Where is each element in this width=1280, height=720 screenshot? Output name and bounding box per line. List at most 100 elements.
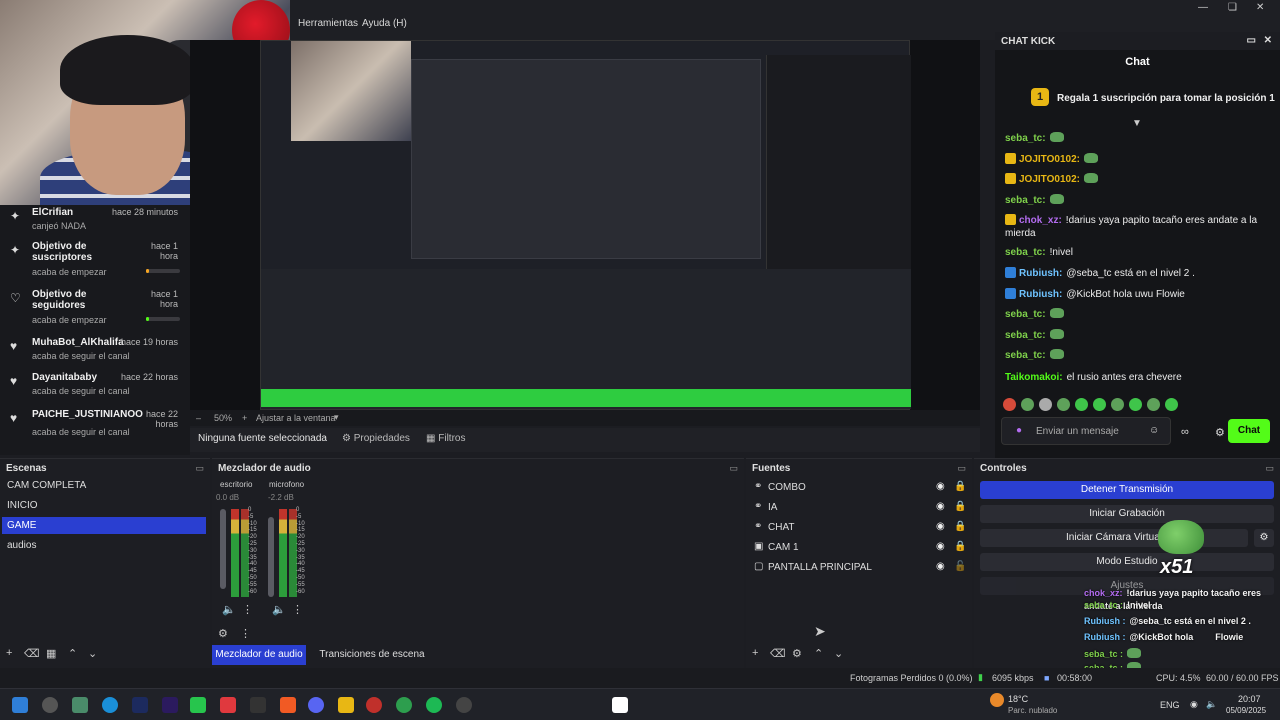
menu-ayuda[interactable]: Ayuda (H): [362, 18, 407, 29]
chat-username[interactable]: seba_tc:: [1005, 309, 1046, 320]
menu-herramientas[interactable]: Herramientas: [298, 18, 358, 29]
up-icon[interactable]: ⌃: [814, 647, 823, 660]
chat-send-button[interactable]: Chat: [1228, 419, 1270, 443]
lock-icon[interactable]: 🔒: [954, 541, 966, 552]
speaker-icon[interactable]: 🔈: [272, 603, 286, 616]
chat-message[interactable]: Rubiush: @seba_tc está en el nivel 2 .: [1005, 267, 1270, 280]
emote-icon[interactable]: [1111, 398, 1124, 411]
chat-message[interactable]: seba_tc:: [1005, 132, 1270, 145]
chat-message[interactable]: seba_tc:: [1005, 194, 1270, 207]
app-icon[interactable]: [612, 697, 628, 713]
zoom-plus-icon[interactable]: +: [242, 413, 247, 423]
eye-icon[interactable]: ◉: [936, 541, 945, 552]
photoshop-icon[interactable]: [132, 697, 148, 713]
emote-icon[interactable]: [1147, 398, 1160, 411]
start-virtual-camera-button[interactable]: Iniciar Cámara Virtual: [980, 529, 1248, 547]
folder-icon[interactable]: [338, 697, 354, 713]
filter-icon[interactable]: ▦: [46, 647, 56, 660]
eye-icon[interactable]: ◉: [936, 521, 945, 532]
chat-message[interactable]: Rubiush: @KickBot hola uwu Flowie: [1005, 288, 1270, 301]
emote-icon[interactable]: [1021, 398, 1034, 411]
app-icon[interactable]: [220, 697, 236, 713]
chat-username[interactable]: seba_tc:: [1005, 133, 1046, 144]
trash-icon[interactable]: ⌫: [770, 647, 786, 660]
smile-icon[interactable]: ☺: [1149, 425, 1159, 436]
pinned-gift-message[interactable]: Regala 1 suscripción para tomar la posic…: [1057, 93, 1275, 104]
more-icon[interactable]: ⋮: [240, 627, 251, 640]
float-icon[interactable]: ▭: [729, 463, 738, 474]
clock-time[interactable]: 20:07: [1238, 694, 1261, 704]
chat-username[interactable]: seba_tc:: [1005, 350, 1046, 361]
filters-button[interactable]: ▦ Filtros: [426, 433, 465, 444]
maximize-icon[interactable]: ❏: [1228, 2, 1237, 13]
emote-icon[interactable]: [1039, 398, 1052, 411]
opera-icon[interactable]: [366, 697, 382, 713]
chevron-down-icon[interactable]: ⌄: [88, 647, 97, 660]
emote-icon[interactable]: [1129, 398, 1142, 411]
chat-message-input[interactable]: ● Enviar un mensaje ☺: [1001, 417, 1171, 445]
chevron-down-icon[interactable]: ▾: [334, 412, 339, 423]
emote-icon[interactable]: [1165, 398, 1178, 411]
chat-username[interactable]: JOJITO0102:: [1019, 174, 1080, 185]
float-icon[interactable]: ▭: [957, 463, 966, 474]
scene-item[interactable]: audios: [2, 537, 206, 554]
premiere-icon[interactable]: [162, 697, 178, 713]
capcut-icon[interactable]: [250, 697, 266, 713]
chat-username[interactable]: seba_tc:: [1005, 247, 1046, 258]
speaker-icon[interactable]: 🔈: [222, 603, 236, 616]
tab-audio-mixer[interactable]: Mezclador de audio: [212, 645, 306, 665]
lock-icon[interactable]: 🔓: [954, 561, 966, 572]
start-recording-button[interactable]: Iniciar Grabación: [980, 505, 1274, 523]
volume-fader[interactable]: [268, 517, 274, 597]
app-icon[interactable]: [72, 697, 88, 713]
emote-icon[interactable]: [1003, 398, 1016, 411]
add-icon[interactable]: +: [752, 647, 758, 659]
scene-item[interactable]: GAME: [2, 517, 206, 534]
chat-username[interactable]: Rubiush:: [1019, 289, 1062, 300]
obs-icon[interactable]: [456, 697, 472, 713]
mic-icon[interactable]: ●: [1016, 425, 1022, 436]
wifi-icon[interactable]: ◉: [1190, 699, 1198, 710]
tab-scene-transitions[interactable]: Transiciones de escena: [312, 645, 432, 665]
emote-bar[interactable]: [1003, 398, 1183, 414]
close-icon[interactable]: ✕: [1264, 35, 1272, 46]
emote-icon[interactable]: [1093, 398, 1106, 411]
lock-icon[interactable]: 🔒: [954, 501, 966, 512]
chat-message[interactable]: seba_tc:: [1005, 308, 1270, 321]
source-item[interactable]: ⚭ CHAT ◉ 🔒: [752, 520, 968, 538]
eye-icon[interactable]: ◉: [936, 561, 945, 572]
chat-message[interactable]: seba_tc:: [1005, 329, 1270, 342]
float-icon[interactable]: ▭: [1247, 35, 1256, 46]
gear-icon[interactable]: ⚙: [218, 627, 228, 640]
chat-username[interactable]: Rubiush:: [1019, 268, 1062, 279]
chevron-down-icon[interactable]: ⌄: [834, 647, 843, 660]
float-icon[interactable]: ▭: [195, 463, 204, 474]
chat-message[interactable]: seba_tc:: [1005, 349, 1270, 362]
chat-message[interactable]: Taikomakoi: el rusio antes era chevere: [1005, 371, 1270, 384]
scroll-down-icon[interactable]: ▼: [1132, 118, 1142, 129]
chat-message[interactable]: chok_xz: !darius yaya papito tacaño eres …: [1005, 214, 1270, 240]
minimize-icon[interactable]: —: [1198, 2, 1208, 13]
source-item[interactable]: ▣ CAM 1 ◉ 🔒: [752, 540, 968, 558]
eye-icon[interactable]: ◉: [936, 481, 945, 492]
edge-icon[interactable]: [102, 697, 118, 713]
fit-window[interactable]: Ajustar a la ventana: [256, 413, 336, 423]
up-icon[interactable]: ⌃: [68, 647, 77, 660]
gear-icon[interactable]: ⚙: [1254, 529, 1274, 547]
more-icon[interactable]: ⋮: [292, 603, 303, 616]
stop-streaming-button[interactable]: Detener Transmisión: [980, 481, 1274, 499]
spotify-icon[interactable]: [426, 697, 442, 713]
more-icon[interactable]: ⋮: [242, 603, 253, 616]
scene-item[interactable]: CAM COMPLETA: [2, 477, 206, 494]
trash-icon[interactable]: ⌫: [24, 647, 40, 660]
source-item[interactable]: ▢ PANTALLA PRINCIPAL ◉ 🔓: [752, 560, 968, 578]
link-icon[interactable]: ∞: [1181, 426, 1189, 438]
volume-fader[interactable]: [220, 509, 226, 589]
excel-icon[interactable]: [190, 697, 206, 713]
chrome-icon[interactable]: [396, 697, 412, 713]
close-icon[interactable]: ✕: [1256, 2, 1264, 13]
properties-button[interactable]: ⚙ Propiedades: [342, 433, 410, 444]
emote-icon[interactable]: [1075, 398, 1088, 411]
eye-icon[interactable]: ◉: [936, 501, 945, 512]
chat-message[interactable]: seba_tc: !nivel: [1005, 246, 1270, 259]
